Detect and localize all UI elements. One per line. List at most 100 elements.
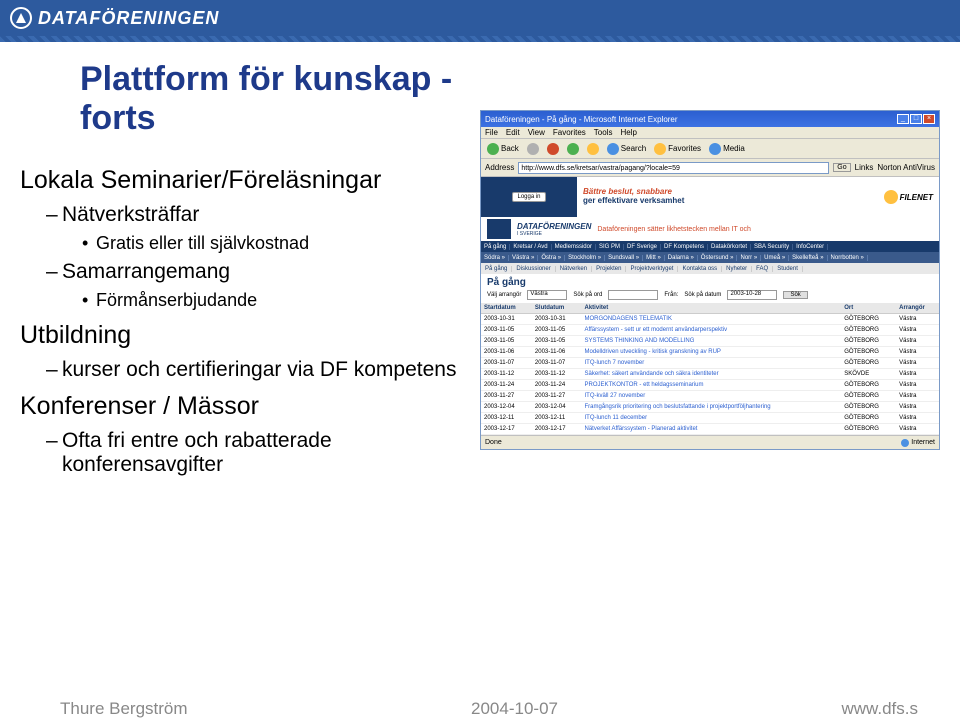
table-row: 2003-11-052003-11-05Affärssystem - sett … [481,325,939,336]
search-button[interactable]: Search [605,142,648,156]
nav-item[interactable]: Kretsar / Avd [510,244,551,250]
section-heading: Lokala Seminarier/Föreläsningar [20,166,462,195]
bullet-level1: Nätverksträffar [46,203,462,227]
nav-item[interactable]: Sundsvall » [605,255,643,261]
brand-tagline: Dataföreningen sätter likhetstecken mell… [597,226,751,233]
event-link[interactable]: SYSTEMS THINKING AND MODELLING [582,336,842,347]
brand-row: DATAFÖRENINGEN I SVERIGE Dataföreningen … [481,217,939,241]
table-row: 2003-11-242003-11-24PROJEKTKONTOR - ett … [481,380,939,391]
nav-item[interactable]: Stockholm » [565,255,605,261]
nav-item[interactable]: Kontakta oss [678,266,722,272]
table-row: 2003-11-052003-11-05SYSTEMS THINKING AND… [481,336,939,347]
address-input[interactable]: http://www.dfs.se/kretsar/vastra/pagang/… [518,162,829,174]
nav-item[interactable]: Umeå » [761,255,789,261]
maximize-button[interactable]: □ [910,114,922,124]
links-label[interactable]: Links [855,163,874,172]
go-button[interactable]: Go [833,163,850,172]
table-row: 2003-11-122003-11-12Säkerhet: säkert anv… [481,369,939,380]
nav-item[interactable]: På gång [481,244,510,250]
window-titlebar: Dataföreningen - På gång - Microsoft Int… [481,111,939,127]
event-link[interactable]: Affärssystem - sett ur ett modernt använ… [582,325,842,336]
col-organizer[interactable]: Arrangör [896,303,939,314]
nav-item[interactable]: Nätverken [556,266,592,272]
menu-file[interactable]: File [485,128,498,137]
close-button[interactable]: × [923,114,935,124]
col-start[interactable]: Startdatum [481,303,532,314]
menu-tools[interactable]: Tools [594,128,613,137]
event-link[interactable]: ITQ-kväll 27 november [582,391,842,402]
event-link[interactable]: Säkerhet: säkert användande och säkra id… [582,369,842,380]
menu-help[interactable]: Help [620,128,636,137]
nav-item[interactable]: Dalarna » [665,255,698,261]
event-link[interactable]: Framgångsrik prioritering och beslutsfat… [582,402,842,413]
filenet-icon [884,190,898,204]
event-link[interactable]: PROJEKTKONTOR - ett heldagsseminarium [582,380,842,391]
nav-item[interactable]: Västra » [509,255,538,261]
search-button[interactable]: Sök [783,291,807,299]
refresh-button[interactable] [565,142,581,156]
slide-title: Plattform för kunskap - forts [20,60,462,138]
home-button[interactable] [585,142,601,156]
nav-item[interactable]: DF Kompetens [661,244,708,250]
arrangor-select[interactable]: Västra [527,290,567,300]
nav-item[interactable]: SBA Security [751,244,793,250]
nav-item[interactable]: Medlemssidor [552,244,596,250]
nav-item[interactable]: SIG PM [596,244,624,250]
nav-item[interactable]: På gång [481,266,512,272]
nav-item[interactable]: Östra » [538,255,565,261]
nav-item[interactable]: Norrbotten » [828,255,868,261]
nav-item[interactable]: DF Sverige [624,244,661,250]
forward-button[interactable] [525,142,541,156]
col-activity[interactable]: Aktivitet [582,303,842,314]
bullet-level1: Ofta fri entre och rabatterade konferens… [46,429,462,477]
logo-text: DATAFÖRENINGEN [38,8,219,29]
menu-view[interactable]: View [528,128,545,137]
nav-item[interactable]: Projekten [592,266,626,272]
login-panel: Logga in [481,177,577,217]
refresh-icon [567,143,579,155]
browser-screenshot: Dataföreningen - På gång - Microsoft Int… [480,110,940,450]
nav-item[interactable]: Projektverktyget [626,266,678,272]
df-logo: DATAFÖRENINGEN [10,7,219,29]
event-link[interactable]: Modelldriven utveckling - kritisk gransk… [582,347,842,358]
nav-item[interactable]: Norr » [737,255,761,261]
table-row: 2003-11-272003-11-27ITQ-kväll 27 novembe… [481,391,939,402]
nav-item[interactable]: InfoCenter [793,244,828,250]
date-input[interactable]: 2003-10-28 [727,290,777,300]
nav-item[interactable]: Skellefteå » [789,255,827,261]
nav-item[interactable]: FAQ [752,266,773,272]
star-icon [654,143,666,155]
nav-item[interactable]: Diskussioner [512,266,555,272]
menu-favorites[interactable]: Favorites [553,128,586,137]
search-word-input[interactable] [608,290,658,300]
nav-item[interactable]: Nyheter [722,266,752,272]
norton-label: Norton AntiVirus [877,163,935,172]
col-location[interactable]: Ort [841,303,896,314]
nav-item[interactable]: Östersund » [698,255,738,261]
favorites-button[interactable]: Favorites [652,142,703,156]
nav-item[interactable]: Södra » [481,255,509,261]
minimize-button[interactable]: _ [897,114,909,124]
home-icon [587,143,599,155]
nav-item[interactable]: Datakörkortet [708,244,751,250]
nav-item[interactable]: Mitt » [643,255,665,261]
nav-item[interactable]: Student [773,266,803,272]
back-button[interactable]: Back [485,142,521,156]
globe-icon [901,439,909,447]
event-link[interactable]: ITQ-lunch 11 december [582,413,842,424]
slide-header: DATAFÖRENINGEN [0,0,960,36]
banner-slogan: Bättre beslut, snabbare ger effektivare … [583,188,684,206]
stop-button[interactable] [545,142,561,156]
event-link[interactable]: MORGONDAGENS TELEMATIK [582,314,842,325]
event-link[interactable]: Nätverket Affärssystem - Planerad aktivi… [582,424,842,435]
col-end[interactable]: Slutdatum [532,303,582,314]
address-bar: Address http://www.dfs.se/kretsar/vastra… [481,159,939,177]
event-link[interactable]: ITQ-lunch 7 november [582,358,842,369]
nav-primary: På gångKretsar / AvdMedlemssidorSIG PMDF… [481,241,939,252]
login-button[interactable]: Logga in [512,192,545,202]
footer-url: www.dfs.s [841,699,918,719]
media-icon [709,143,721,155]
media-button[interactable]: Media [707,142,747,156]
menu-edit[interactable]: Edit [506,128,520,137]
section-heading: Utbildning [20,321,462,350]
